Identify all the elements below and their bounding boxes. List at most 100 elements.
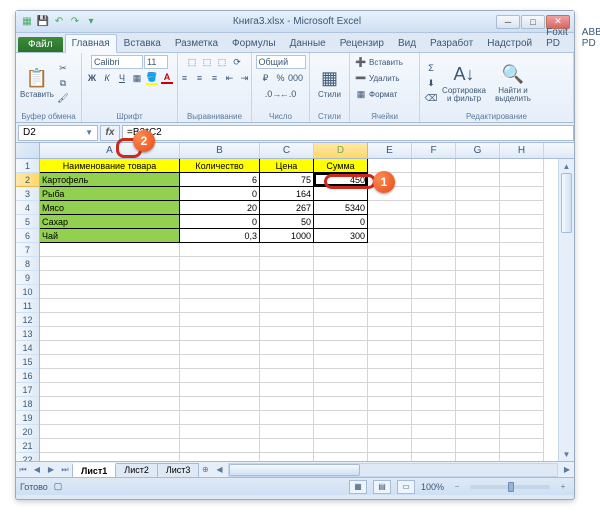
row-header[interactable]: 16 — [16, 369, 39, 383]
row-header[interactable]: 14 — [16, 341, 39, 355]
tab-view[interactable]: Вид — [391, 34, 423, 52]
zoom-level[interactable]: 100% — [421, 482, 444, 492]
vertical-scroll-thumb[interactable] — [561, 173, 572, 233]
cell[interactable]: 0 — [180, 215, 260, 229]
indent-inc-icon[interactable]: ⇥ — [238, 71, 252, 85]
cell[interactable]: 0,3 — [180, 229, 260, 243]
row-header[interactable]: 4 — [16, 201, 39, 215]
cell[interactable] — [314, 243, 368, 257]
cell[interactable] — [368, 355, 412, 369]
row-header[interactable]: 1 — [16, 159, 39, 173]
minimize-button[interactable]: ─ — [496, 15, 520, 29]
border-button[interactable]: ▦ — [130, 71, 144, 85]
cell[interactable] — [180, 341, 260, 355]
sheet-nav-last-icon[interactable]: ⏭ — [58, 463, 72, 477]
sheet-nav-first-icon[interactable]: ⏮ — [16, 463, 30, 477]
cell[interactable] — [314, 327, 368, 341]
cell[interactable] — [368, 313, 412, 327]
tab-insert[interactable]: Вставка — [117, 34, 168, 52]
cell[interactable] — [40, 411, 180, 425]
cell[interactable] — [368, 229, 412, 243]
cell[interactable]: 20 — [180, 201, 260, 215]
inc-decimal-icon[interactable]: .0→ — [266, 87, 280, 101]
cell[interactable] — [500, 439, 544, 453]
cell[interactable] — [314, 257, 368, 271]
cell[interactable] — [412, 187, 456, 201]
align-left-icon[interactable]: ≡ — [178, 71, 192, 85]
zoom-slider[interactable] — [470, 485, 550, 489]
tab-formulas[interactable]: Формулы — [225, 34, 283, 52]
cell[interactable] — [456, 327, 500, 341]
cell[interactable] — [40, 341, 180, 355]
cell[interactable] — [180, 271, 260, 285]
cell[interactable] — [40, 243, 180, 257]
cell[interactable] — [368, 173, 412, 187]
cell[interactable] — [456, 243, 500, 257]
sheet-nav-next-icon[interactable]: ▶ — [44, 463, 58, 477]
row-header[interactable]: 7 — [16, 243, 39, 257]
cell[interactable] — [500, 285, 544, 299]
cell[interactable] — [40, 327, 180, 341]
find-select-button[interactable]: 🔍 Найти и выделить — [490, 59, 536, 107]
row-header[interactable]: 15 — [16, 355, 39, 369]
cell[interactable] — [412, 411, 456, 425]
cell[interactable]: Количество — [180, 159, 260, 173]
percent-icon[interactable]: % — [274, 71, 288, 85]
cell[interactable]: Сахар — [40, 215, 180, 229]
cell[interactable] — [180, 397, 260, 411]
cell[interactable] — [260, 411, 314, 425]
cell[interactable] — [368, 285, 412, 299]
cell[interactable] — [500, 313, 544, 327]
tab-data[interactable]: Данные — [283, 34, 333, 52]
cell[interactable] — [40, 369, 180, 383]
cell[interactable] — [260, 439, 314, 453]
row-header[interactable]: 18 — [16, 397, 39, 411]
cell[interactable] — [314, 369, 368, 383]
cell[interactable]: Чай — [40, 229, 180, 243]
row-header[interactable]: 6 — [16, 229, 39, 243]
currency-icon[interactable]: ₽ — [259, 71, 273, 85]
fill-icon[interactable]: ⬇ — [424, 76, 438, 90]
row-header[interactable]: 12 — [16, 313, 39, 327]
zoom-thumb[interactable] — [508, 482, 514, 492]
cell[interactable] — [412, 369, 456, 383]
font-color-button[interactable]: A — [160, 71, 174, 85]
cell[interactable] — [368, 411, 412, 425]
cell[interactable] — [456, 271, 500, 285]
format-cells-icon[interactable]: ▦ — [354, 87, 368, 101]
cell[interactable] — [456, 229, 500, 243]
cell[interactable] — [180, 243, 260, 257]
column-header-H[interactable]: H — [500, 143, 544, 158]
cell[interactable] — [500, 341, 544, 355]
name-box[interactable]: D2 ▼ — [18, 125, 98, 141]
cell[interactable] — [180, 327, 260, 341]
cell[interactable] — [500, 229, 544, 243]
row-header[interactable]: 8 — [16, 257, 39, 271]
horizontal-scroll-thumb[interactable] — [229, 464, 360, 476]
cell[interactable] — [40, 453, 180, 461]
cell[interactable] — [500, 299, 544, 313]
cell[interactable] — [412, 285, 456, 299]
font-name-combo[interactable]: Calibri — [91, 55, 143, 69]
cell[interactable] — [412, 327, 456, 341]
column-header-G[interactable]: G — [456, 143, 500, 158]
italic-button[interactable]: К — [100, 71, 114, 85]
cell[interactable] — [456, 453, 500, 461]
cell[interactable] — [500, 425, 544, 439]
sort-filter-button[interactable]: A↓ Сортировка и фильтр — [440, 59, 488, 107]
cell[interactable] — [412, 201, 456, 215]
tab-home[interactable]: Главная — [65, 34, 117, 53]
cell[interactable] — [456, 341, 500, 355]
cell[interactable]: Цена — [260, 159, 314, 173]
cell[interactable]: 0 — [180, 187, 260, 201]
cell[interactable] — [40, 397, 180, 411]
cell[interactable] — [260, 341, 314, 355]
align-bottom-icon[interactable]: ⬚ — [215, 55, 229, 69]
cell[interactable] — [180, 369, 260, 383]
cell[interactable] — [40, 257, 180, 271]
autosum-icon[interactable]: Σ — [424, 61, 438, 75]
insert-cells-icon[interactable]: ➕ — [354, 55, 368, 69]
cell[interactable] — [260, 313, 314, 327]
cell[interactable] — [412, 215, 456, 229]
horizontal-scrollbar[interactable] — [228, 463, 558, 477]
